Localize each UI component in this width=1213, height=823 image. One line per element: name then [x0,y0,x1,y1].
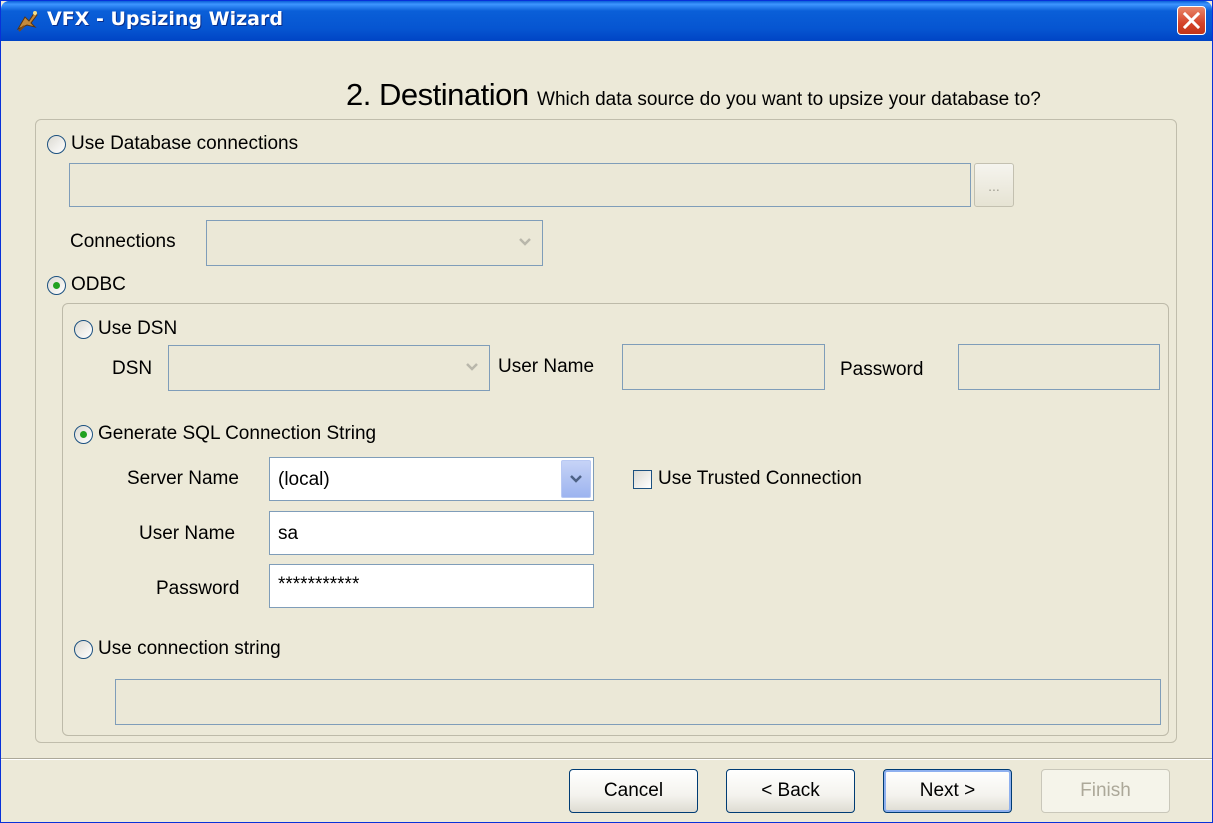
sql-user-name-label: User Name [139,523,236,544]
connection-string-label: Use connection string [98,638,281,659]
cancel-button[interactable]: Cancel [569,769,698,813]
server-name-label: Server Name [127,468,239,489]
dsn-user-name-field[interactable] [622,344,825,390]
trusted-connection-label[interactable]: Use Trusted Connection [658,468,862,490]
close-icon [1183,12,1200,29]
sql-password-field[interactable]: *********** [269,564,594,608]
dsn-password-label: Password [840,359,924,380]
back-button[interactable]: < Back [726,769,855,813]
button-bar-separator [1,758,1212,760]
window-title: VFX - Upsizing Wizard [47,8,283,30]
sql-password-label: Password [156,578,240,599]
chevron-down-icon[interactable] [561,460,591,498]
connections-label: Connections [70,231,176,252]
step-heading: 2. Destination Which data source do you … [346,77,1041,113]
connection-string-radio[interactable] [74,639,93,659]
use-dsn-radio[interactable] [74,319,93,339]
wizard-window: VFX - Upsizing Wizard 2. Destination Whi… [0,0,1213,823]
sql-user-name-field[interactable]: sa [269,511,594,555]
step-title: 2. Destination [346,77,529,112]
option-database-connections[interactable]: Use Database connections [47,133,298,155]
trusted-connection-checkbox[interactable] [633,470,652,489]
chevron-down-icon[interactable] [457,348,487,386]
connections-combo[interactable] [206,220,543,266]
connection-string-field[interactable] [115,679,1161,725]
database-path-field[interactable] [69,163,971,207]
chevron-down-icon[interactable] [510,223,540,261]
option-use-dsn[interactable]: Use DSN [74,318,177,340]
sql-user-name-value: sa [278,523,299,544]
server-name-value: (local) [278,469,330,490]
dsn-user-name-label: User Name [498,356,595,377]
database-connections-radio[interactable] [47,134,66,154]
option-connection-string[interactable]: Use connection string [74,638,281,660]
browse-button[interactable]: ... [974,163,1014,207]
odbc-label: ODBC [71,274,126,295]
server-name-combo[interactable]: (local) [269,457,594,501]
option-generate-sql[interactable]: Generate SQL Connection String [74,423,376,445]
finish-button[interactable]: Finish [1041,769,1170,813]
step-subtitle: Which data source do you want to upsize … [537,89,1041,110]
generate-sql-label: Generate SQL Connection String [98,423,377,444]
database-connections-label: Use Database connections [71,133,299,154]
generate-sql-radio[interactable] [74,424,93,444]
sql-password-value: *********** [278,574,360,595]
next-button[interactable]: Next > [883,769,1012,813]
dsn-combo[interactable] [168,345,490,391]
close-button[interactable] [1177,6,1206,35]
dsn-password-field[interactable] [958,344,1160,390]
use-dsn-label: Use DSN [98,318,178,339]
wizard-app-icon [15,9,41,33]
option-odbc[interactable]: ODBC [47,274,126,296]
title-bar[interactable]: VFX - Upsizing Wizard [1,1,1212,41]
dsn-label: DSN [112,358,153,379]
odbc-radio[interactable] [47,275,66,295]
